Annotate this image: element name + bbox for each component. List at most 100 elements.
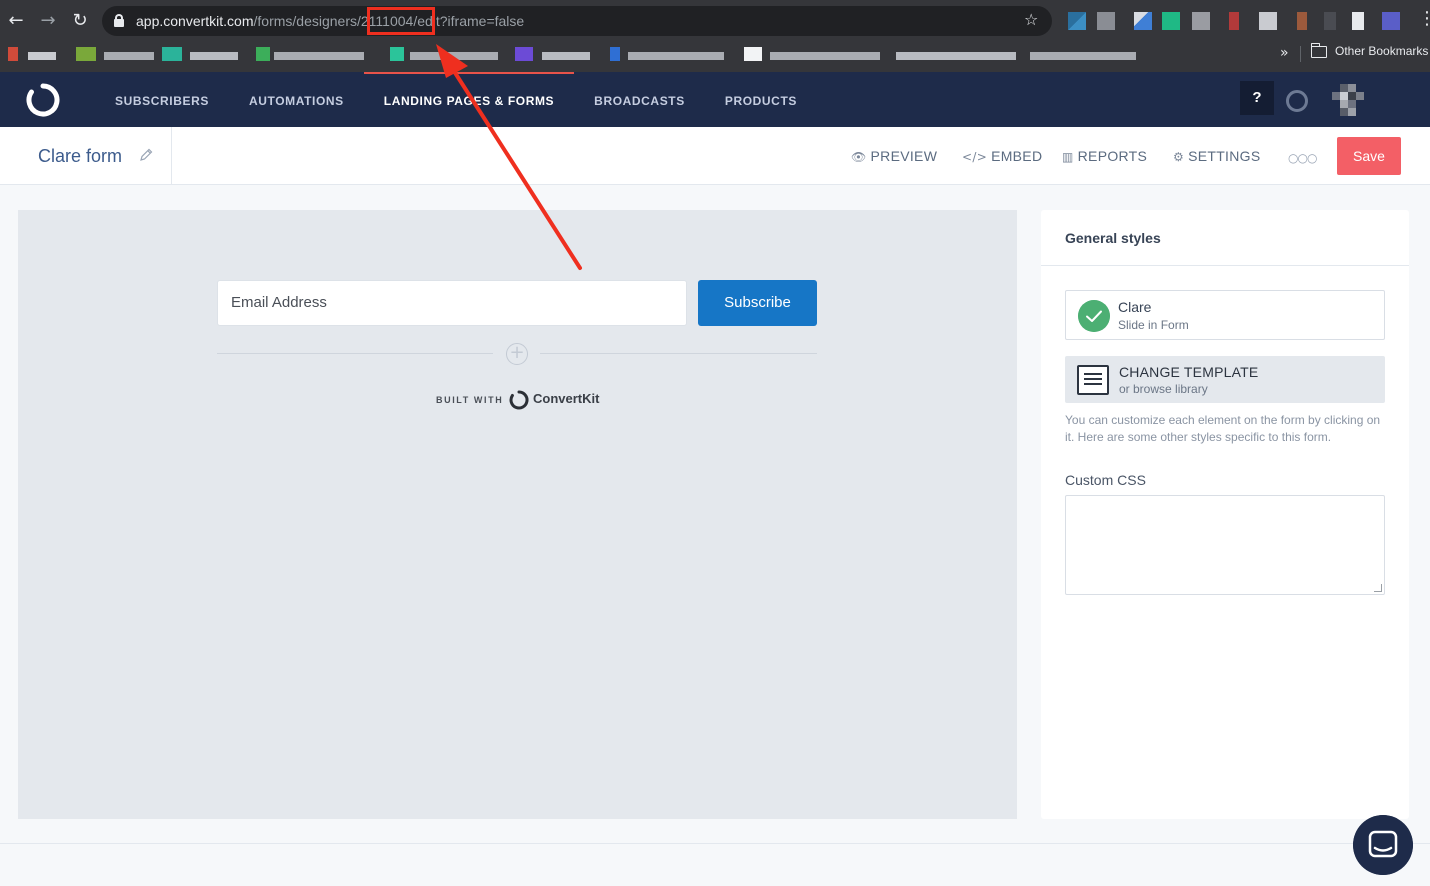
nav-products[interactable]: PRODUCTS	[705, 72, 817, 127]
subscribe-button[interactable]: Subscribe	[698, 280, 817, 326]
nav-automations[interactable]: AUTOMATIONS	[229, 72, 364, 127]
footer-divider	[0, 843, 1430, 844]
pencil-icon[interactable]	[139, 148, 153, 162]
divider-line	[217, 353, 493, 354]
embed-label: EMBED	[991, 148, 1043, 164]
url-text[interactable]: app.convertkit.com/forms/designers/21110…	[136, 13, 524, 29]
gear-icon: ⚙	[1173, 150, 1185, 164]
sidebar-help-text: You can customize each element on the fo…	[1065, 413, 1381, 444]
extension-icon[interactable]	[1324, 12, 1336, 30]
bookmark-star-icon[interactable]: ☆	[1024, 10, 1038, 29]
extension-icon[interactable]	[1097, 12, 1115, 30]
template-name: Clare	[1118, 299, 1152, 315]
extension-icon[interactable]	[1382, 12, 1400, 30]
back-arrow-icon[interactable]: ←	[4, 9, 28, 33]
main-nav: SUBSCRIBERS AUTOMATIONS LANDING PAGES & …	[95, 72, 817, 127]
bookmark-item[interactable]	[104, 52, 154, 60]
avatar[interactable]	[1332, 84, 1364, 116]
settings-label: SETTINGS	[1188, 148, 1261, 164]
extension-icon[interactable]	[1229, 12, 1239, 30]
form-title[interactable]: Clare form	[38, 146, 122, 167]
browse-library-label: or browse library	[1119, 382, 1208, 396]
bookmark-item[interactable]	[1030, 52, 1136, 60]
url-id-highlight-box	[367, 7, 435, 35]
folder-icon	[1310, 43, 1327, 58]
other-bookmarks[interactable]: Other Bookmarks	[1335, 44, 1428, 58]
current-template-card[interactable]: Clare Slide in Form	[1065, 290, 1385, 340]
bookmark-item[interactable]	[8, 47, 18, 61]
form-header: Clare form 👁 PREVIEW </> EMBED ▥ REPORTS ⚙ S…	[0, 127, 1430, 185]
change-template-label: CHANGE TEMPLATE	[1119, 364, 1259, 380]
preview-label: PREVIEW	[870, 148, 938, 164]
nav-landing-pages-forms[interactable]: LANDING PAGES & FORMS	[363, 72, 575, 127]
extension-icon[interactable]	[1192, 12, 1210, 30]
status-ring-icon[interactable]	[1286, 90, 1308, 112]
bookmark-item[interactable]	[610, 47, 620, 61]
browser-chrome: ← → ↻ app.convertkit.com/forms/designers…	[0, 0, 1430, 72]
bookmark-item[interactable]	[76, 47, 96, 61]
eye-icon: 👁	[851, 150, 867, 164]
bookmark-item[interactable]	[28, 52, 56, 60]
custom-css-textarea[interactable]	[1065, 495, 1385, 595]
app-nav: SUBSCRIBERS AUTOMATIONS LANDING PAGES & …	[0, 72, 1430, 127]
lock-icon	[114, 14, 124, 27]
nav-subscribers[interactable]: SUBSCRIBERS	[95, 72, 229, 127]
address-bar[interactable]: app.convertkit.com/forms/designers/21110…	[102, 6, 1052, 36]
reload-icon[interactable]: ↻	[68, 9, 92, 33]
template-type: Slide in Form	[1118, 318, 1189, 332]
extension-icon[interactable]	[1068, 12, 1086, 30]
preview-button[interactable]: 👁 PREVIEW	[851, 148, 937, 164]
embed-button[interactable]: </> EMBED	[962, 148, 1042, 164]
browser-menu-icon[interactable]: ⋮	[1418, 10, 1430, 28]
bookmark-item[interactable]	[190, 52, 238, 60]
add-element-icon[interactable]: +	[506, 343, 528, 365]
check-icon	[1078, 300, 1110, 332]
extension-icon[interactable]	[1134, 12, 1152, 30]
save-button[interactable]: Save	[1337, 137, 1401, 175]
sidebar-divider	[1041, 265, 1409, 266]
bookmark-item[interactable]	[515, 47, 533, 61]
bookmark-item[interactable]	[744, 47, 762, 61]
bookmark-item[interactable]	[274, 52, 364, 60]
sidebar-title: General styles	[1065, 230, 1161, 246]
brand-name: ConvertKit	[533, 391, 600, 406]
bookmark-item[interactable]	[628, 52, 724, 60]
bookmark-item[interactable]	[542, 52, 590, 60]
chat-widget-button[interactable]	[1353, 815, 1413, 875]
styles-sidebar: General styles Clare Slide in Form CHANG…	[1041, 210, 1409, 819]
bookmark-item[interactable]	[770, 52, 880, 60]
divider-line	[540, 353, 817, 354]
bookmark-item[interactable]	[390, 47, 404, 61]
convertkit-logo-icon[interactable]	[26, 83, 60, 117]
bar-chart-icon: ▥	[1062, 150, 1074, 164]
convertkit-mark-icon	[509, 390, 529, 410]
reports-label: REPORTS	[1077, 148, 1148, 164]
bookmark-item[interactable]	[410, 52, 498, 60]
template-icon	[1077, 365, 1109, 395]
bookmark-item[interactable]	[162, 47, 182, 61]
reports-button[interactable]: ▥ REPORTS	[1062, 148, 1147, 164]
bookmark-item[interactable]	[256, 47, 270, 61]
bookmarks-bar: » Other Bookmarks	[0, 42, 1430, 72]
resize-handle-icon[interactable]	[1374, 584, 1382, 592]
help-button[interactable]: ?	[1240, 81, 1274, 115]
url-host: app.convertkit.com	[136, 13, 254, 29]
change-template-button[interactable]: CHANGE TEMPLATE or browse library	[1065, 356, 1385, 403]
forward-arrow-icon[interactable]: →	[36, 9, 60, 33]
built-with-label: BUILT WITH	[436, 395, 504, 405]
extension-icon[interactable]	[1297, 12, 1307, 30]
bookmarks-separator	[1300, 46, 1301, 62]
more-options-icon[interactable]: ○○○	[1288, 151, 1317, 165]
extension-icon[interactable]	[1259, 12, 1277, 30]
code-icon: </>	[962, 150, 988, 164]
nav-broadcasts[interactable]: BROADCASTS	[574, 72, 705, 127]
title-divider	[171, 127, 172, 185]
extension-icon[interactable]	[1162, 12, 1180, 30]
bookmark-item[interactable]	[896, 52, 1016, 60]
extension-icon[interactable]	[1352, 12, 1364, 30]
custom-css-label: Custom CSS	[1065, 472, 1146, 488]
email-input[interactable]: Email Address	[217, 280, 687, 326]
address-row: ← → ↻ app.convertkit.com/forms/designers…	[0, 0, 1430, 42]
settings-button[interactable]: ⚙ SETTINGS	[1173, 148, 1260, 164]
bookmarks-overflow-icon[interactable]: »	[1280, 45, 1289, 61]
